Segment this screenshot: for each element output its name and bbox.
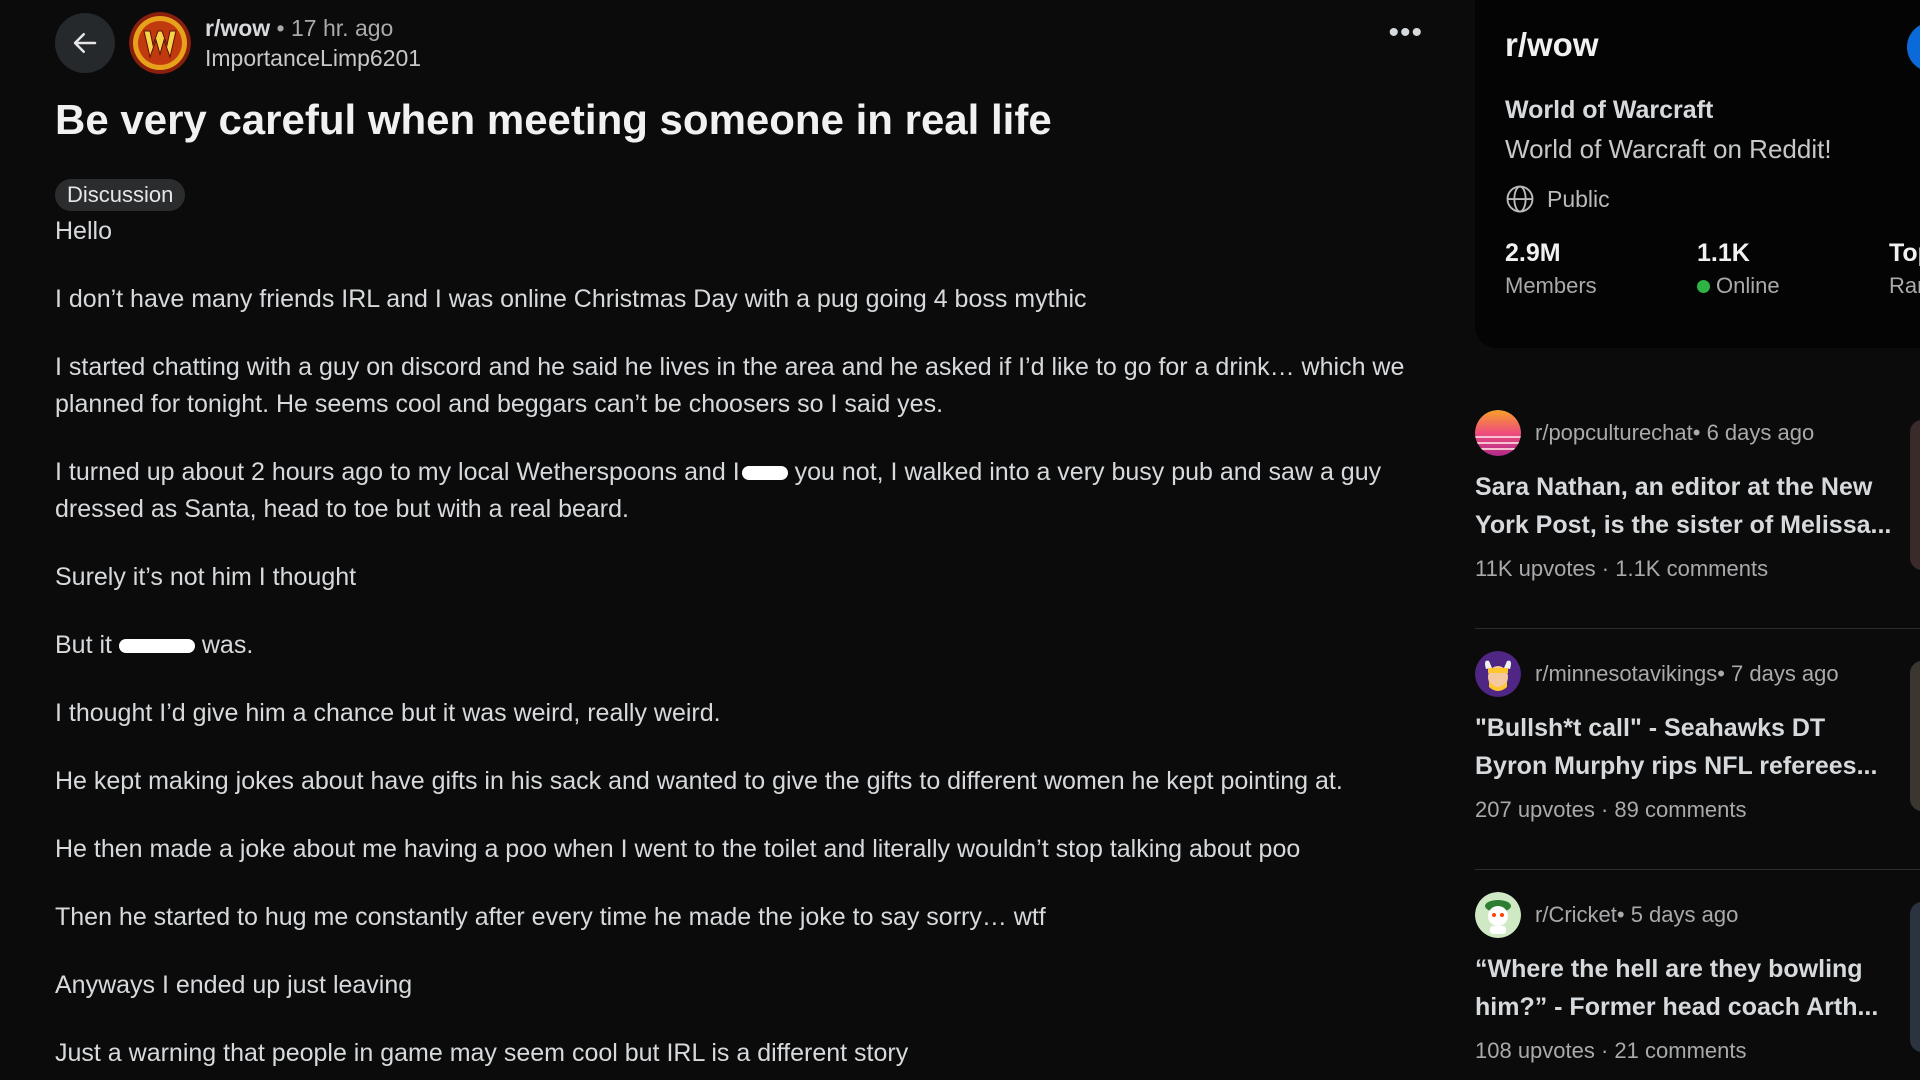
rank-value: Top [1889, 239, 1920, 267]
popculturechat-avatar-icon [1475, 410, 1521, 456]
more-options-button[interactable]: ••• [1388, 16, 1423, 50]
post-header: r/wow • 17 hr. ago ImportanceLimp6201 ••… [55, 10, 1435, 76]
members-stat: 2.9M Members [1505, 238, 1597, 304]
body-paragraph: Hello [55, 217, 112, 245]
divider [1475, 869, 1920, 870]
trending-stats: 108 upvotes · 21 comments [1475, 1038, 1747, 1063]
body-paragraph: He kept making jokes about have gifts in… [55, 767, 1343, 795]
trending-title[interactable]: "Bullsh*t call" - Seahawks DT [1475, 709, 1895, 747]
body-paragraph: I thought I’d give him a chance but it w… [55, 699, 721, 727]
community-name[interactable]: r/wow [1505, 26, 1599, 64]
community-title: World of Warcraft [1505, 96, 1714, 124]
rank-stat: Top Rank [1889, 238, 1920, 304]
trending-title[interactable]: Sara Nathan, an editor at the New [1475, 468, 1895, 506]
online-label: Online [1716, 273, 1780, 298]
trending-age: • 5 days ago [1616, 902, 1739, 927]
post-time: 17 hr. ago [291, 15, 394, 41]
trending-subreddit[interactable]: r/popculturechat [1535, 420, 1693, 446]
body-paragraph: Just a warning that people in game may s… [55, 1039, 909, 1067]
post-container: r/wow • 17 hr. ago ImportanceLimp6201 ••… [55, 10, 1435, 1080]
community-info-card: r/wow World of Warcraft World of Warcraf… [1475, 0, 1920, 348]
body-text: I turned up about 2 hours ago to my loca… [55, 458, 740, 486]
trending-subreddit[interactable]: r/Cricket [1535, 902, 1617, 928]
trending-title[interactable]: “Where the hell are they bowling [1475, 950, 1895, 988]
trending-age: • 6 days ago [1692, 420, 1815, 445]
trending-thumbnail[interactable] [1910, 902, 1920, 1052]
trending-post-header: r/popculturechat • 6 days ago [1475, 410, 1915, 456]
post-body: Hello I don’t have many friends IRL and … [55, 213, 1435, 1072]
trending-title[interactable]: York Post, is the sister of Melissa... [1475, 506, 1895, 544]
trending-post[interactable]: r/Cricket • 5 days ago “Where the hell a… [1475, 892, 1920, 1064]
trending-title[interactable]: him?” - Former head coach Arth... [1475, 988, 1895, 1026]
cricket-avatar-icon [1475, 892, 1521, 938]
meta-separator: • [270, 15, 292, 41]
trending-thumbnail[interactable] [1910, 661, 1920, 811]
body-paragraph: But it was. [55, 627, 1435, 664]
meta-line: r/wow • 17 hr. ago [205, 13, 421, 43]
rank-label: Rank [1889, 273, 1920, 298]
body-paragraph: Anyways I ended up just leaving [55, 971, 413, 999]
trending-thumbnail[interactable] [1910, 420, 1920, 570]
trending-age: • 7 days ago [1717, 661, 1839, 686]
reddit-post-page: r/wow • 17 hr. ago ImportanceLimp6201 ••… [0, 0, 1920, 1080]
community-visibility: Public [1505, 184, 1610, 214]
trending-post[interactable]: r/popculturechat • 6 days ago Sara Natha… [1475, 410, 1920, 582]
post-title: Be very careful when meeting someone in … [55, 96, 1052, 143]
body-paragraph: I turned up about 2 hours ago to my loca… [55, 454, 1435, 528]
body-paragraph: Then he started to hug me constantly aft… [55, 903, 1046, 931]
online-label-row: Online [1697, 268, 1780, 304]
members-value: 2.9M [1505, 239, 1561, 267]
wow-logo-icon [129, 12, 191, 74]
body-paragraph: I don’t have many friends IRL and I was … [55, 285, 1087, 313]
back-button[interactable] [55, 13, 115, 73]
trending-post-header: r/Cricket • 5 days ago [1475, 892, 1915, 938]
body-paragraph: Surely it’s not him I thought [55, 563, 357, 591]
arrow-left-icon [73, 33, 97, 53]
trending-title[interactable]: Byron Murphy rips NFL referees... [1475, 747, 1895, 785]
body-text: was. [194, 631, 254, 659]
online-indicator-icon [1697, 279, 1710, 293]
redaction-mark [741, 466, 788, 481]
community-description: World of Warcraft on Reddit! [1505, 134, 1832, 164]
body-paragraph: I started chatting with a guy on discord… [55, 353, 1405, 418]
trending-post[interactable]: r/minnesotavikings • 7 days ago "Bullsh*… [1475, 651, 1920, 823]
post-flair[interactable]: Discussion [55, 179, 186, 211]
join-button[interactable] [1907, 22, 1920, 72]
trending-stats: 11K upvotes · 1.1K comments [1475, 556, 1769, 581]
trending-subreddit[interactable]: r/minnesotavikings [1535, 661, 1717, 687]
redaction-mark [118, 639, 195, 654]
online-stat: 1.1K Online [1697, 238, 1780, 304]
right-sidebar: r/wow World of Warcraft World of Warcraf… [1475, 0, 1920, 1080]
trending-post-header: r/minnesotavikings • 7 days ago [1475, 651, 1915, 697]
online-value: 1.1K [1697, 239, 1750, 267]
divider [1475, 628, 1920, 629]
post-meta: r/wow • 17 hr. ago ImportanceLimp6201 [205, 13, 421, 73]
members-label: Members [1505, 273, 1597, 298]
author-link[interactable]: ImportanceLimp6201 [205, 43, 421, 73]
visibility-label: Public [1547, 185, 1610, 212]
globe-icon [1506, 185, 1534, 213]
body-paragraph: He then made a joke about me having a po… [55, 835, 1301, 863]
trending-stats: 207 upvotes · 89 comments [1475, 797, 1747, 822]
body-text: But it [55, 631, 119, 659]
subreddit-link[interactable]: r/wow [205, 15, 270, 41]
subreddit-avatar[interactable] [129, 12, 191, 74]
vikings-avatar-icon [1475, 651, 1521, 697]
